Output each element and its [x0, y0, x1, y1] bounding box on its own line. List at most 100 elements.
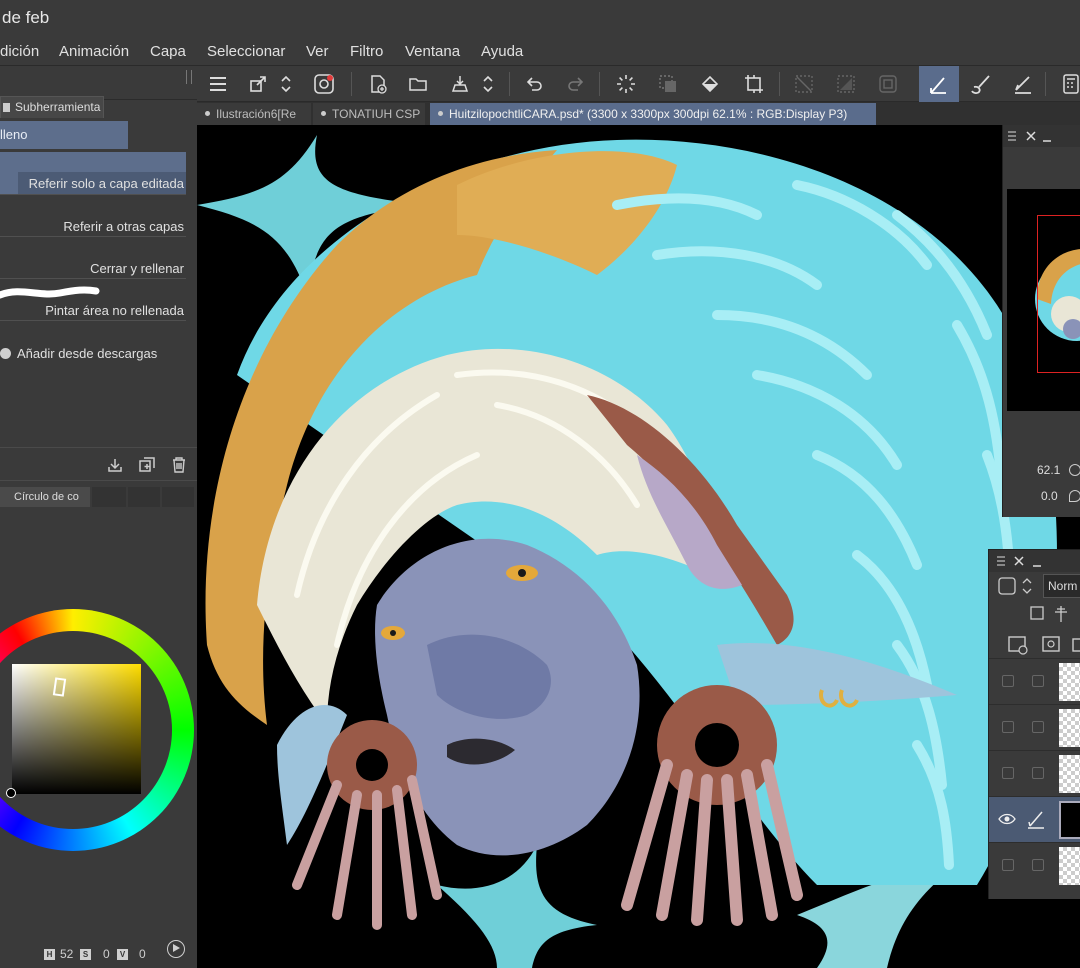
rotate-icon[interactable]: [1069, 490, 1080, 502]
download-icon[interactable]: [106, 456, 124, 474]
pen-tool-button[interactable]: [919, 66, 959, 102]
tab-color-history[interactable]: [162, 487, 194, 507]
layer-row[interactable]: [989, 750, 1080, 796]
menu-filter[interactable]: Filtro: [350, 43, 383, 60]
blend-mode-select[interactable]: Norm: [1043, 574, 1080, 598]
save-button[interactable]: [443, 66, 477, 102]
layer-row[interactable]: [989, 842, 1080, 888]
expand-selection-button[interactable]: [871, 66, 905, 102]
menu-select[interactable]: Seleccionar: [207, 43, 285, 60]
up-down-stepper[interactable]: [275, 66, 297, 102]
canvas[interactable]: [197, 125, 1080, 968]
menu-hamburger-button[interactable]: [201, 66, 235, 102]
fill-button[interactable]: [693, 66, 727, 102]
tab-color-set[interactable]: [128, 487, 160, 507]
option-refer-edited-layer[interactable]: Referir solo a capa editada: [0, 152, 186, 194]
zoom-out-icon[interactable]: [1069, 464, 1080, 476]
hue-key: H: [44, 949, 55, 960]
navigator-view-frame[interactable]: [1037, 215, 1080, 373]
selection-layer-button[interactable]: [651, 66, 685, 102]
grid-button[interactable]: [1055, 66, 1080, 102]
layer-lock-toggle[interactable]: [1032, 767, 1044, 779]
transform-tool-button[interactable]: [241, 66, 275, 102]
loading-button[interactable]: [609, 66, 643, 102]
layer-mask-control[interactable]: [997, 576, 1037, 596]
transform-icon: [250, 76, 266, 92]
toolbar-divider: [509, 72, 510, 96]
undo-button[interactable]: [517, 66, 551, 102]
layer-options-icons[interactable]: [1029, 604, 1080, 624]
redo-button[interactable]: [559, 66, 593, 102]
layer-visibility-toggle[interactable]: [1002, 721, 1014, 733]
layer-panel: Norm: [988, 549, 1080, 899]
add-from-downloads[interactable]: Añadir desde descargas: [0, 346, 157, 361]
trash-icon[interactable]: [170, 456, 188, 474]
tab-color-wheel[interactable]: Círculo de co: [0, 487, 90, 507]
layer-row[interactable]: [989, 704, 1080, 750]
undo-icon: [526, 77, 542, 91]
layer-lock-toggle[interactable]: [1032, 721, 1044, 733]
eraser-tool-button[interactable]: [1005, 66, 1039, 102]
menu-edit[interactable]: dición: [0, 43, 39, 60]
open-file-button[interactable]: [401, 66, 435, 102]
tab-dot-icon: [205, 111, 210, 116]
navigator-panel: 62.1 0.0: [1002, 125, 1080, 517]
duplicate-icon[interactable]: [138, 456, 156, 474]
layer-visibility-toggle[interactable]: [1002, 859, 1014, 871]
option-close-and-fill[interactable]: Cerrar y rellenar: [0, 237, 186, 279]
new-canvas-button[interactable]: [361, 66, 395, 102]
subtool-actions: [0, 447, 197, 481]
menu-window[interactable]: Ventana: [405, 43, 460, 60]
layer-row-selected[interactable]: [989, 796, 1080, 842]
invert-selection-icon: [837, 75, 855, 93]
eye-icon[interactable]: [998, 813, 1016, 825]
tab-document-2[interactable]: TONATIUH CSP: [313, 103, 425, 125]
tab-color-slider[interactable]: [92, 487, 126, 507]
zoom-value[interactable]: 62.1: [1037, 463, 1060, 477]
blend-mode-value: Norm: [1048, 579, 1078, 593]
redo-icon: [568, 77, 584, 91]
layer-action-icons[interactable]: [1007, 634, 1080, 656]
menu-animation[interactable]: Animación: [59, 43, 129, 60]
tab-document-3-label: HuitzilopochtliCARA.psd* (3300 x 3300px …: [449, 107, 848, 121]
layer-lock-toggle[interactable]: [1032, 859, 1044, 871]
clear-selection-button[interactable]: [787, 66, 821, 102]
tab-subtool-label: Subherramienta: [15, 100, 101, 114]
tab-document-3[interactable]: HuitzilopochtliCARA.psd* (3300 x 3300px …: [430, 103, 876, 125]
hue-value: 52: [60, 947, 74, 961]
color-panel-tabs: Círculo de co: [0, 484, 197, 510]
panel-header-controls: [1008, 131, 1051, 142]
command-bar: [197, 66, 1080, 102]
invert-selection-button[interactable]: [829, 66, 863, 102]
navigator-header: [1003, 125, 1080, 147]
play-icon[interactable]: [167, 940, 185, 958]
brush-tool-button[interactable]: [963, 66, 997, 102]
rotation-value[interactable]: 0.0: [1041, 489, 1058, 503]
option-paint-unfilled-area[interactable]: Pintar área no rellenada: [0, 279, 186, 321]
layer-thumbnail: [1059, 709, 1080, 747]
clear-selection-icon: [795, 75, 813, 93]
selection-icon: [659, 75, 676, 92]
layer-thumbnail: [1059, 801, 1080, 839]
subtool-group[interactable]: lleno: [0, 121, 128, 149]
layer-visibility-toggle[interactable]: [1002, 767, 1014, 779]
sat-value: 0: [103, 947, 110, 961]
saturation-value-square[interactable]: [12, 664, 141, 794]
layer-visibility-toggle[interactable]: [1002, 675, 1014, 687]
layer-row[interactable]: [989, 658, 1080, 704]
tab-subtool[interactable]: Subherramienta: [0, 96, 104, 118]
menu-help[interactable]: Ayuda: [481, 43, 523, 60]
tab-document-1[interactable]: Ilustración6[Re: [197, 103, 311, 125]
save-stepper[interactable]: [477, 66, 499, 102]
val-value: 0: [139, 947, 146, 961]
tab-document-2-label: TONATIUH CSP: [332, 107, 421, 121]
menu-layer[interactable]: Capa: [150, 43, 186, 60]
menu-view[interactable]: Ver: [306, 43, 329, 60]
option-label: Referir solo a capa editada: [28, 176, 184, 191]
crop-button[interactable]: [737, 66, 771, 102]
layer-lock-toggle[interactable]: [1032, 675, 1044, 687]
option-refer-other-layers[interactable]: Referir a otras capas: [0, 195, 186, 237]
color-picker-handle[interactable]: [6, 788, 16, 798]
smudge-tool-button[interactable]: [307, 66, 341, 102]
panel-grip-icon[interactable]: [186, 70, 192, 84]
